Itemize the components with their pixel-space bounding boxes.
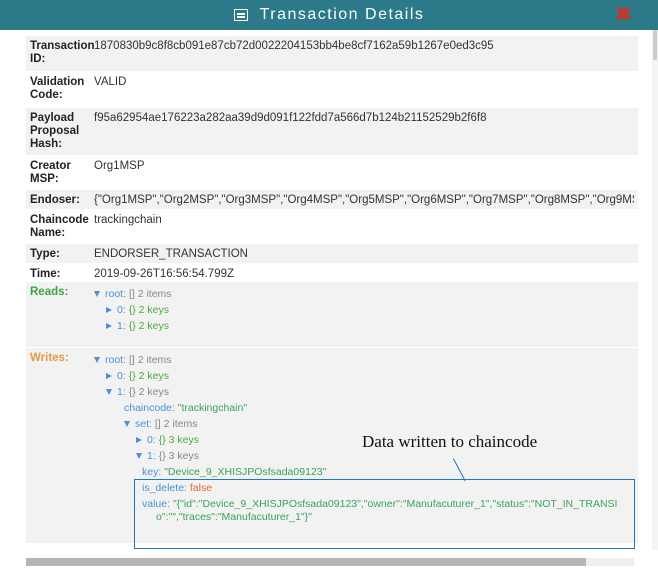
field-row-endoser: Endoser: {"Org1MSP","Org2MSP","Org3MSP",… — [26, 190, 638, 210]
horizontal-scrollbar[interactable] — [26, 558, 634, 566]
expanded-caret-icon[interactable] — [136, 453, 142, 460]
field-label: Chaincode Name: — [30, 214, 89, 239]
collapsed-caret-icon[interactable] — [106, 373, 112, 380]
expanded-caret-icon[interactable] — [124, 421, 130, 428]
field-label: Endoser: — [30, 194, 80, 206]
field-label: Transaction ID: — [30, 40, 95, 65]
transaction-details: Transaction ID: 1870830b9c8f8cb091e87cb7… — [26, 36, 638, 544]
set-node[interactable]: set: [] 2 items — [94, 416, 634, 432]
field-value: 1870830b9c8f8cb091e87cb72d0022204153bb4b… — [94, 40, 494, 52]
field-row-validation-code: Validation Code: VALID — [26, 72, 638, 108]
reads-root-node[interactable]: root: [] 2 items — [94, 286, 634, 302]
reads-section: Reads: root: [] 2 items 0: {} 2 keys 1: … — [26, 282, 638, 348]
field-row-chaincode-name: Chaincode Name: trackingchain — [26, 210, 638, 244]
collapsed-caret-icon[interactable] — [106, 307, 112, 314]
document-icon — [233, 9, 248, 21]
close-icon[interactable]: ✖ — [615, 2, 632, 27]
field-value: f95a62954ae176223a282aa39d9d091f122fdd7a… — [94, 112, 487, 124]
field-value: ENDORSER_TRANSACTION — [94, 248, 248, 260]
reads-label: Reads: — [30, 286, 69, 298]
annotation-highlight-box — [134, 479, 635, 549]
chaincode-node: chaincode: "trackingchain" — [124, 402, 248, 414]
scrollbar-thumb[interactable] — [653, 30, 657, 60]
collapsed-caret-icon[interactable] — [136, 437, 142, 444]
field-row-type: Type: ENDORSER_TRANSACTION — [26, 244, 638, 264]
writes-root-node[interactable]: root: [] 2 items — [94, 352, 634, 368]
field-value: Org1MSP — [94, 160, 145, 172]
field-value: 2019-09-26T16:56:54.799Z — [94, 268, 235, 278]
reads-item-node[interactable]: 1: {} 2 keys — [94, 318, 634, 334]
collapsed-caret-icon[interactable] — [106, 323, 112, 330]
vertical-scrollbar[interactable] — [652, 30, 658, 550]
field-row-payload-hash: Payload Proposal Hash: f95a62954ae176223… — [26, 108, 638, 156]
field-label: Creator MSP: — [30, 160, 71, 185]
reads-item-node[interactable]: 0: {} 2 keys — [94, 302, 634, 318]
expanded-caret-icon[interactable] — [94, 291, 100, 298]
annotation-label: Data written to chaincode — [362, 432, 538, 451]
writes-label: Writes: — [30, 352, 69, 364]
field-value: {"Org1MSP","Org2MSP","Org3MSP","Org4MSP"… — [94, 194, 634, 206]
scrollbar-thumb[interactable] — [26, 558, 586, 566]
modal-header: Transaction Details — [0, 0, 658, 30]
field-row-creator-msp: Creator MSP: Org1MSP — [26, 156, 638, 190]
field-value: VALID — [94, 76, 127, 88]
field-label: Type: — [30, 248, 60, 260]
field-label: Payload Proposal Hash: — [30, 112, 80, 150]
field-label: Validation Code: — [30, 76, 85, 101]
field-row-transaction-id: Transaction ID: 1870830b9c8f8cb091e87cb7… — [26, 36, 638, 72]
field-row-time: Time: 2019-09-26T16:56:54.799Z — [26, 264, 638, 282]
reads-tree: root: [] 2 items 0: {} 2 keys 1: {} 2 ke… — [94, 286, 634, 344]
writes-item-node[interactable]: 0: {} 2 keys — [94, 368, 634, 384]
expanded-caret-icon[interactable] — [94, 357, 100, 364]
field-label: Time: — [30, 268, 61, 280]
modal-title: Transaction Details — [259, 6, 425, 23]
writes-item-node[interactable]: 1: {} 2 keys — [94, 384, 634, 400]
key-node: key: "Device_9_XHISJPOsfsada09123" — [142, 466, 327, 478]
field-value: trackingchain — [94, 214, 162, 226]
expanded-caret-icon[interactable] — [106, 389, 112, 396]
